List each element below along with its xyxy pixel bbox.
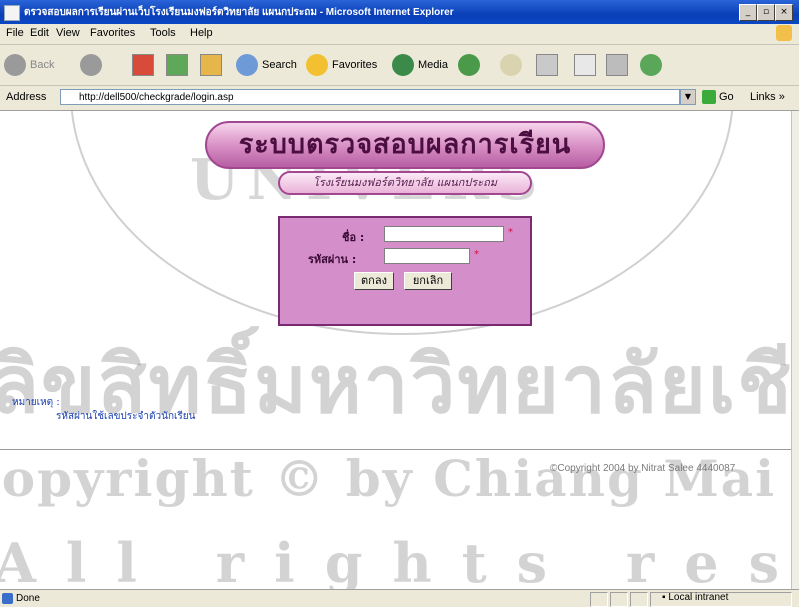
menu-file[interactable]: File xyxy=(6,27,24,39)
address-label: Address xyxy=(6,91,47,103)
security-zone-label: ▪ Local intranet xyxy=(662,592,729,603)
status-page-icon xyxy=(2,593,13,604)
back-label: Back xyxy=(30,59,55,71)
minimize-button[interactable]: _ xyxy=(739,4,757,21)
watermark-thai-text: ลิขสิทธิ์มหาวิทยาลัยเชียงใหม่ xyxy=(0,337,791,431)
favorites-button[interactable]: Favorites xyxy=(306,51,377,79)
links-button[interactable]: Links » xyxy=(750,91,785,103)
address-dropdown-button[interactable]: ▼ xyxy=(680,89,696,105)
favorites-label: Favorites xyxy=(332,59,378,71)
menu-favorites[interactable]: Favorites xyxy=(90,27,135,39)
messenger-button[interactable] xyxy=(640,51,662,79)
menu-bar: File Edit View Favorites Tools Help xyxy=(0,24,799,45)
ok-button[interactable]: ตกลง xyxy=(354,272,394,290)
address-input[interactable]: http://dell500/checkgrade/login.asp xyxy=(60,89,680,105)
page-content: UNIVERS ระบบตรวจสอบผลการเรียน โรงเรียนมง… xyxy=(0,111,791,589)
stop-button[interactable] xyxy=(132,51,154,79)
media-label: Media xyxy=(418,59,448,71)
print-button[interactable] xyxy=(536,51,558,79)
note-label: หมายเหตุ : xyxy=(12,397,60,408)
address-bar: Address http://dell500/checkgrade/login.… xyxy=(0,86,799,111)
page-subtitle: โรงเรียนมงฟอร์ตวิทยาลัย แผนกประถม xyxy=(278,171,532,195)
search-button[interactable]: Search xyxy=(236,51,297,79)
favorites-star-icon xyxy=(306,54,328,76)
status-pane-2 xyxy=(610,592,628,607)
name-label: ชื่อ : xyxy=(342,231,365,244)
cancel-button[interactable]: ยกเลิก xyxy=(404,272,452,290)
home-button[interactable] xyxy=(200,51,222,79)
menu-tools[interactable]: Tools xyxy=(150,27,176,39)
mail-icon xyxy=(500,54,522,76)
status-text: Done xyxy=(16,593,40,604)
windows-logo-icon xyxy=(776,25,792,41)
go-arrow-icon xyxy=(702,90,716,104)
refresh-button[interactable] xyxy=(166,51,188,79)
stop-icon xyxy=(132,54,154,76)
edit-button[interactable] xyxy=(574,51,596,79)
search-icon xyxy=(236,54,258,76)
watermark-rights-text: All rights reserved xyxy=(0,531,791,589)
watermark-copyright-text: Copyright © by Chiang Mai University xyxy=(0,449,791,508)
forward-arrow-icon xyxy=(80,54,102,76)
back-button[interactable]: Back xyxy=(4,51,54,79)
menu-edit[interactable]: Edit xyxy=(30,27,49,39)
menu-help[interactable]: Help xyxy=(190,27,213,39)
history-button[interactable] xyxy=(458,51,480,79)
page-banner: ระบบตรวจสอบผลการเรียน xyxy=(205,121,605,169)
vertical-scrollbar[interactable] xyxy=(791,111,799,589)
discuss-icon xyxy=(606,54,628,76)
print-icon xyxy=(536,54,558,76)
close-button[interactable]: × xyxy=(775,4,793,21)
standard-toolbar: Back Search Favorites Media xyxy=(0,45,799,86)
login-form: ชื่อ : * รหัสผ่าน : * ตกลง ยกเลิก xyxy=(278,216,532,326)
name-input[interactable] xyxy=(384,226,504,242)
name-required-mark: * xyxy=(508,227,513,238)
history-icon xyxy=(458,54,480,76)
edit-page-icon xyxy=(574,54,596,76)
home-icon xyxy=(200,54,222,76)
status-pane-3 xyxy=(630,592,648,607)
password-required-mark: * xyxy=(474,249,479,260)
media-icon xyxy=(392,54,414,76)
note-text: รหัสผ่านใช้เลขประจำตัวนักเรียน xyxy=(56,411,196,422)
ie-app-icon xyxy=(4,5,20,21)
discuss-button[interactable] xyxy=(606,51,628,79)
refresh-icon xyxy=(166,54,188,76)
menu-view[interactable]: View xyxy=(56,27,80,39)
security-zone-text: Local intranet xyxy=(668,592,729,603)
content-divider xyxy=(0,449,791,450)
forward-button[interactable] xyxy=(80,51,102,79)
mail-button[interactable] xyxy=(500,51,522,79)
window-titlebar: ตรวจสอบผลการเรียนผ่านเว็บโรงเรียนมงฟอร์ต… xyxy=(0,0,799,24)
maximize-button[interactable]: ▫ xyxy=(757,4,775,21)
copyright-text: ©Copyright 2004 by Nitrat Salee 4440087 xyxy=(550,463,736,474)
messenger-icon xyxy=(640,54,662,76)
window-title: ตรวจสอบผลการเรียนผ่านเว็บโรงเรียนมงฟอร์ต… xyxy=(24,7,454,18)
links-label: Links xyxy=(750,91,776,103)
media-button[interactable]: Media xyxy=(392,51,448,79)
password-label: รหัสผ่าน : xyxy=(308,253,357,266)
status-pane-1 xyxy=(590,592,608,607)
search-label: Search xyxy=(262,59,297,71)
go-label: Go xyxy=(719,90,734,103)
back-arrow-icon xyxy=(4,54,26,76)
page-title: ระบบตรวจสอบผลการเรียน xyxy=(238,129,572,160)
go-button[interactable]: Go xyxy=(702,90,734,104)
password-input[interactable] xyxy=(384,248,470,264)
status-bar: Done ▪ Local intranet xyxy=(0,589,799,607)
